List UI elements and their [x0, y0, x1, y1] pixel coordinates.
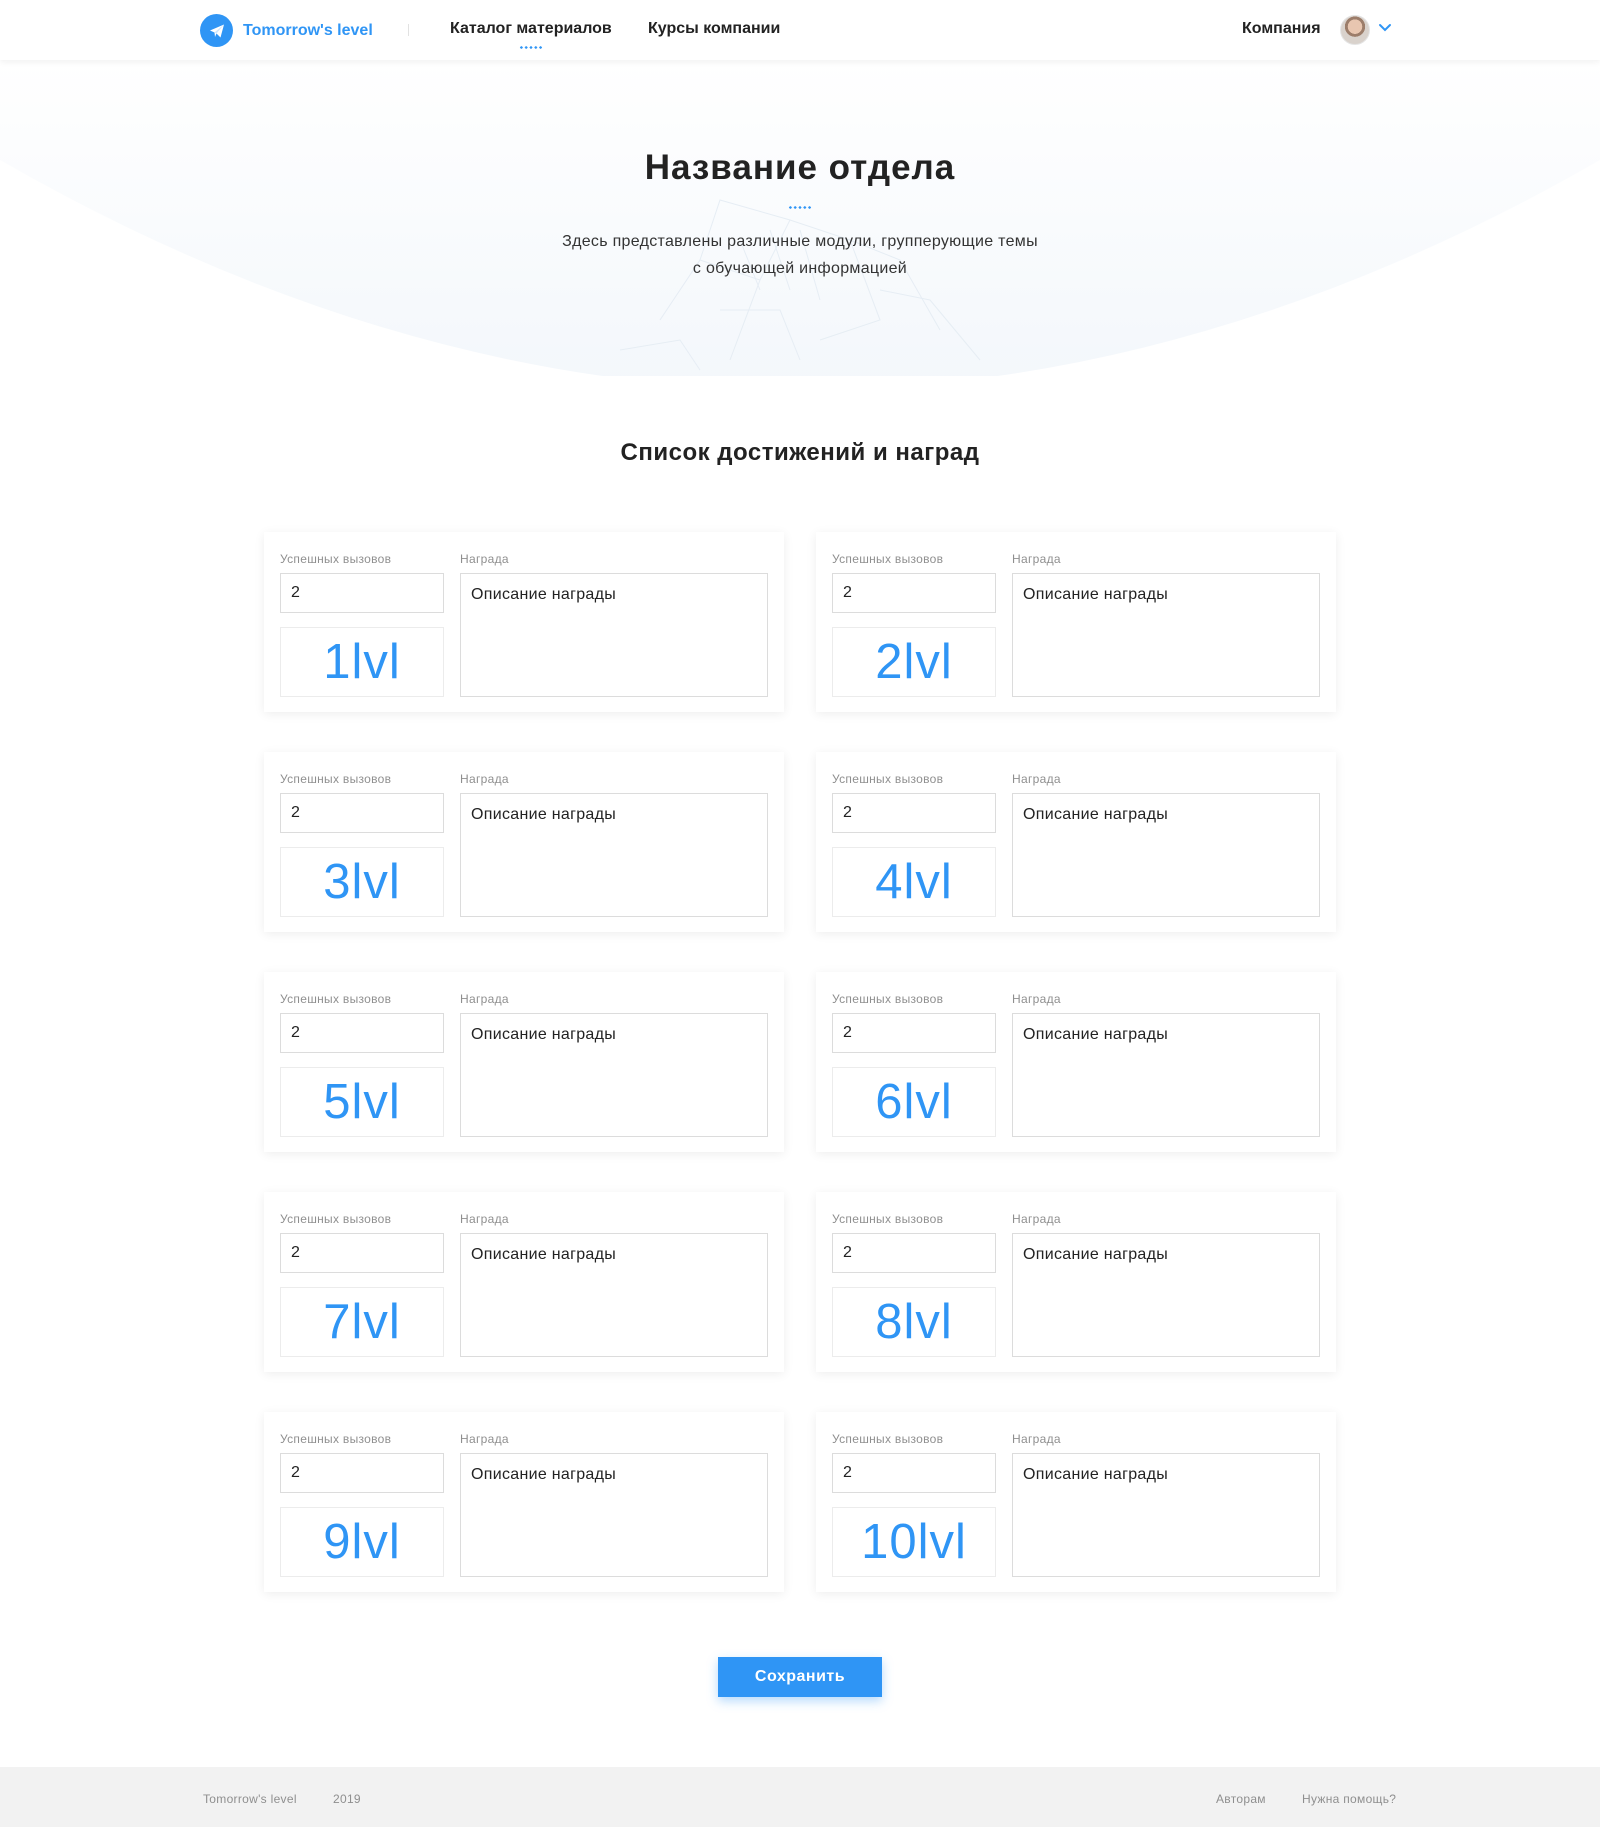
success-count-input[interactable]	[280, 1453, 444, 1493]
save-button[interactable]: Сохранить	[718, 1657, 882, 1697]
reward-label: Награда	[460, 1212, 509, 1226]
count-label: Успешных вызовов	[280, 992, 392, 1006]
success-count-input[interactable]	[832, 1453, 996, 1493]
achievement-card: Успешных вызовов Награда 5lvl Описание н…	[264, 972, 784, 1152]
reward-label: Награда	[460, 772, 509, 786]
count-label: Успешных вызовов	[280, 1432, 392, 1446]
count-label: Успешных вызовов	[280, 772, 392, 786]
section-title: Список достижений и наград	[620, 439, 980, 466]
success-count-input[interactable]	[280, 573, 444, 613]
level-badge: 9lvl	[280, 1507, 444, 1577]
footer-year: 2019	[333, 1792, 361, 1806]
top-header: Tomorrow's level Каталог материалов Курс…	[0, 0, 1600, 60]
level-badge: 6lvl	[832, 1067, 996, 1137]
achievement-card: Успешных вызовов Награда 1lvl Описание н…	[264, 532, 784, 712]
level-badge: 8lvl	[832, 1287, 996, 1357]
achievement-card: Успешных вызовов Награда 8lvl Описание н…	[816, 1192, 1336, 1372]
success-count-input[interactable]	[832, 1013, 996, 1053]
achievement-card: Успешных вызовов Награда 3lvl Описание н…	[264, 752, 784, 932]
reward-description-field[interactable]: Описание награды	[460, 1233, 768, 1357]
level-badge: 1lvl	[280, 627, 444, 697]
success-count-input[interactable]	[280, 1233, 444, 1273]
brand-name: Tomorrow's level	[243, 21, 373, 39]
count-label: Успешных вызовов	[280, 552, 392, 566]
subtitle-line-1: Здесь представлены различные модули, гру…	[562, 233, 1038, 250]
achievement-card: Успешных вызовов Награда 9lvl Описание н…	[264, 1412, 784, 1592]
success-count-input[interactable]	[832, 1233, 996, 1273]
chevron-down-icon[interactable]	[1378, 23, 1392, 33]
page-footer: Tomorrow's level 2019 Авторам Нужна помо…	[0, 1767, 1600, 1827]
title-dots-divider	[788, 206, 812, 209]
level-badge: 7lvl	[280, 1287, 444, 1357]
level-badge: 3lvl	[280, 847, 444, 917]
count-label: Успешных вызовов	[280, 1212, 392, 1226]
footer-authors-link[interactable]: Авторам	[1216, 1792, 1266, 1806]
footer-brand: Tomorrow's level	[203, 1792, 297, 1806]
header-divider	[408, 24, 409, 36]
reward-label: Награда	[1012, 1212, 1061, 1226]
reward-description-field[interactable]: Описание награды	[460, 1453, 768, 1577]
reward-label: Награда	[1012, 1432, 1061, 1446]
level-badge: 5lvl	[280, 1067, 444, 1137]
company-label[interactable]: Компания	[1242, 20, 1321, 38]
achievement-card: Успешных вызовов Награда 2lvl Описание н…	[816, 532, 1336, 712]
success-count-input[interactable]	[832, 573, 996, 613]
level-badge: 2lvl	[832, 627, 996, 697]
reward-label: Награда	[460, 992, 509, 1006]
page-title: Название отдела	[644, 148, 956, 187]
reward-description-field[interactable]: Описание награды	[460, 793, 768, 917]
subtitle-line-2: с обучающей информацией	[692, 260, 908, 277]
reward-label: Награда	[460, 552, 509, 566]
level-badge: 10lvl	[832, 1507, 996, 1577]
footer-help-link[interactable]: Нужна помощь?	[1302, 1792, 1396, 1806]
reward-description-field[interactable]: Описание награды	[460, 573, 768, 697]
count-label: Успешных вызовов	[832, 552, 944, 566]
achievement-card: Успешных вызовов Награда 6lvl Описание н…	[816, 972, 1336, 1152]
reward-description-field[interactable]: Описание награды	[1012, 793, 1320, 917]
success-count-input[interactable]	[280, 1013, 444, 1053]
reward-label: Награда	[1012, 992, 1061, 1006]
paper-plane-icon	[200, 14, 233, 47]
count-label: Успешных вызовов	[832, 772, 944, 786]
reward-label: Награда	[1012, 772, 1061, 786]
reward-description-field[interactable]: Описание награды	[1012, 1013, 1320, 1137]
hero-background	[0, 60, 1600, 376]
count-label: Успешных вызовов	[832, 1212, 944, 1226]
brand-logo[interactable]: Tomorrow's level	[200, 14, 373, 47]
achievement-card: Успешных вызовов Награда 7lvl Описание н…	[264, 1192, 784, 1372]
count-label: Успешных вызовов	[832, 1432, 944, 1446]
reward-label: Награда	[460, 1432, 509, 1446]
success-count-input[interactable]	[832, 793, 996, 833]
success-count-input[interactable]	[280, 793, 444, 833]
page-subtitle: Здесь представлены различные модули, гру…	[500, 228, 1100, 282]
nav-company-courses[interactable]: Курсы компании	[648, 20, 780, 38]
level-badge: 4lvl	[832, 847, 996, 917]
count-label: Успешных вызовов	[832, 992, 944, 1006]
reward-description-field[interactable]: Описание награды	[1012, 1453, 1320, 1577]
achievement-card: Успешных вызовов Награда 10lvl Описание …	[816, 1412, 1336, 1592]
nav-catalog[interactable]: Каталог материалов	[450, 20, 612, 49]
achievement-card: Успешных вызовов Награда 4lvl Описание н…	[816, 752, 1336, 932]
reward-description-field[interactable]: Описание награды	[1012, 573, 1320, 697]
user-avatar[interactable]	[1340, 15, 1370, 45]
reward-description-field[interactable]: Описание награды	[1012, 1233, 1320, 1357]
reward-label: Награда	[1012, 552, 1061, 566]
reward-description-field[interactable]: Описание награды	[460, 1013, 768, 1137]
